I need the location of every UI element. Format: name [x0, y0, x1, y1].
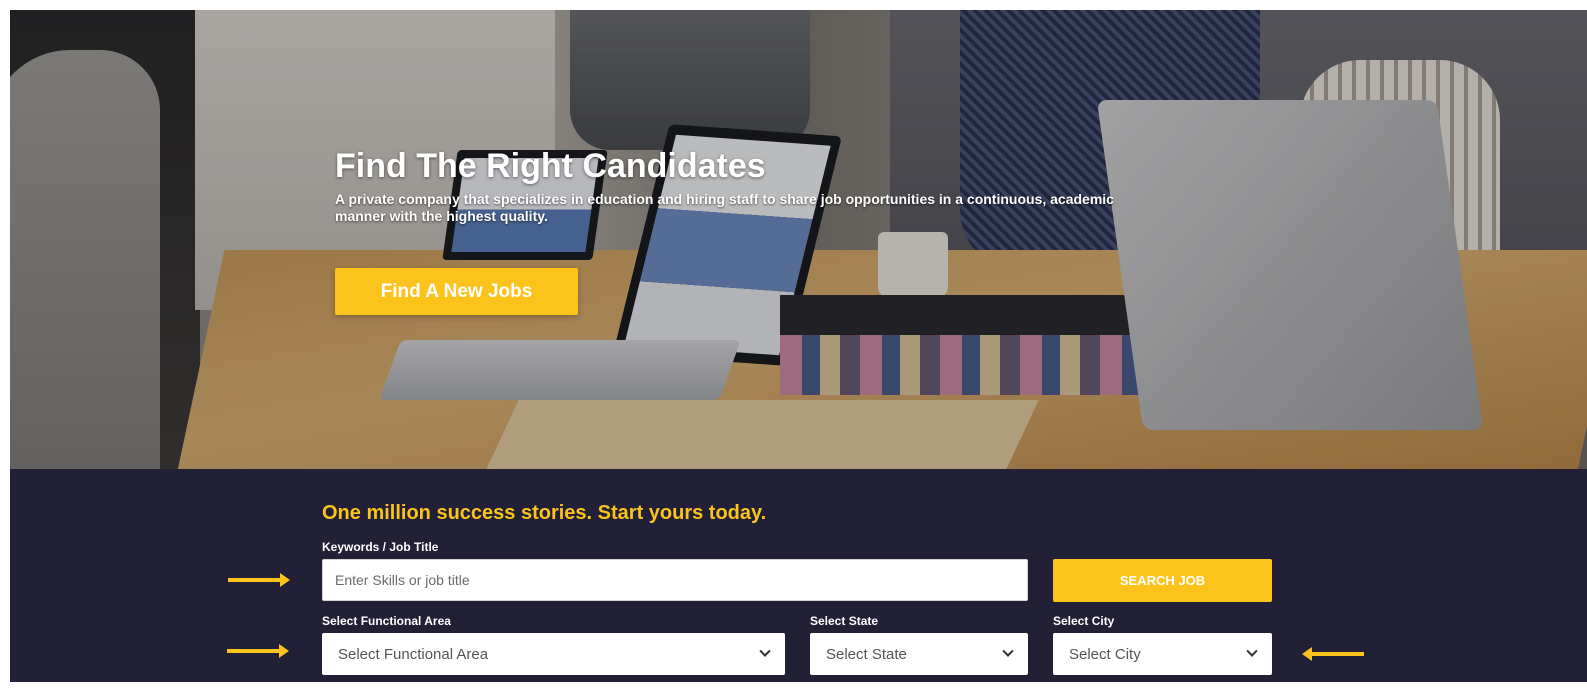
search-tagline: One million success stories. Start yours… [322, 502, 767, 524]
city-select[interactable]: Select City [1053, 633, 1272, 675]
search-job-button[interactable]: SEARCH JOB [1053, 559, 1272, 602]
hero-title: Find The Right Candidates [335, 147, 766, 185]
hero-subtitle: A private company that specializes in ed… [335, 191, 1114, 224]
state-value: Select State [826, 645, 907, 663]
hero-banner: Find The Right Candidates A private comp… [10, 10, 1587, 469]
hero-overlay [10, 10, 1587, 469]
arrow-right-icon [227, 644, 289, 658]
keywords-input[interactable] [322, 559, 1028, 601]
page-frame: Find The Right Candidates A private comp… [10, 10, 1587, 682]
functional-area-select[interactable]: Select Functional Area [322, 633, 785, 675]
arrow-right-icon [228, 573, 290, 587]
state-select[interactable]: Select State [810, 633, 1028, 675]
arrow-left-icon [1302, 647, 1364, 661]
find-new-jobs-button[interactable]: Find A New Jobs [335, 268, 578, 315]
keywords-label: Keywords / Job Title [322, 540, 439, 554]
state-label: Select State [810, 614, 879, 628]
chevron-down-icon [1246, 645, 1258, 657]
chevron-down-icon [1002, 645, 1014, 657]
job-search-panel: One million success stories. Start yours… [10, 469, 1587, 682]
functional-area-value: Select Functional Area [338, 645, 489, 663]
chevron-down-icon [759, 645, 771, 657]
city-value: Select City [1069, 645, 1141, 663]
functional-area-label: Select Functional Area [322, 614, 451, 628]
city-label: Select City [1053, 614, 1115, 628]
